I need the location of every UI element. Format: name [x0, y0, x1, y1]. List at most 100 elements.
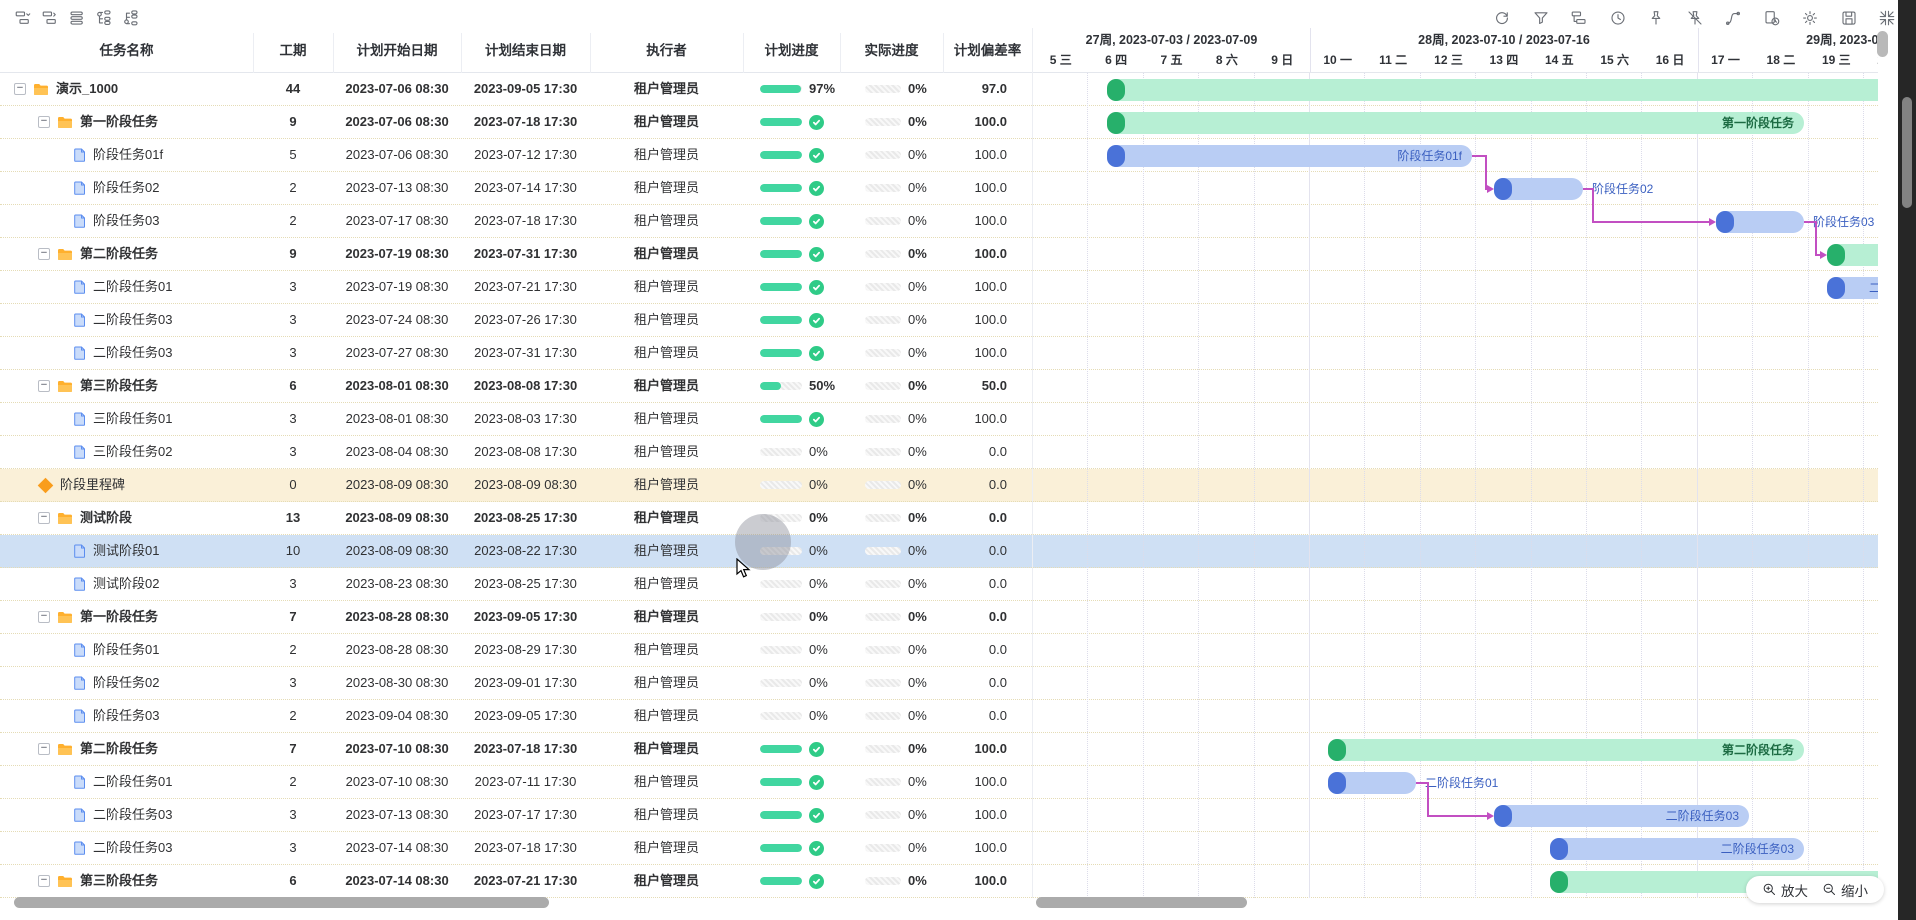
plan-progress-bar [760, 316, 802, 324]
filter-icon[interactable] [1532, 9, 1550, 27]
actual-progress-cell: 0% [840, 172, 943, 204]
day-header: 17 一 [1698, 50, 1753, 73]
duration-cell: 9 [253, 238, 333, 270]
tree-down-icon[interactable] [95, 9, 113, 27]
executor-cell: 租户管理员 [590, 370, 743, 402]
task-name: 阶段任务03 [93, 205, 159, 237]
gantt-bar-row-23[interactable]: 二阶段任务03 [1494, 805, 1749, 827]
actual-progress-value: 0% [908, 799, 927, 831]
unpin-icon[interactable] [1686, 9, 1704, 27]
tree-up-icon[interactable] [122, 9, 140, 27]
table-horizontal-scrollbar[interactable] [14, 897, 549, 908]
document-icon [74, 214, 86, 228]
refresh-icon[interactable] [1493, 9, 1511, 27]
settings-icon[interactable] [1801, 9, 1819, 27]
collapse-screen-icon[interactable] [1878, 9, 1896, 27]
column-header-4: 计划结束日期 [461, 28, 590, 73]
duration-cell: 13 [253, 502, 333, 534]
bar-start-cap [1716, 211, 1734, 233]
gantt-bar-row-3[interactable]: 阶段任务01f [1107, 145, 1472, 167]
collapse-toggle[interactable]: − [38, 611, 50, 623]
day-gridline [1087, 73, 1088, 898]
task-name: 第二阶段任务 [80, 733, 158, 765]
time-icon[interactable] [1609, 9, 1627, 27]
executor-cell: 租户管理员 [590, 568, 743, 600]
gantt-bar-row-22[interactable] [1328, 772, 1416, 794]
plan-start-cell: 2023-08-09 08:30 [333, 469, 461, 501]
executor-cell: 租户管理员 [590, 799, 743, 831]
collapse-toggle[interactable]: − [38, 875, 50, 887]
window-vertical-scrollbar[interactable] [1902, 97, 1912, 208]
actual-progress-cell: 0% [840, 667, 943, 699]
relation-line-icon[interactable] [1724, 9, 1742, 27]
save-icon[interactable] [1840, 9, 1858, 27]
bar-start-cap [1328, 772, 1346, 794]
plan-start-cell: 2023-08-28 08:30 [333, 601, 461, 633]
duration-cell: 0 [253, 469, 333, 501]
plan-progress-value: 0% [809, 535, 828, 567]
plan-end-cell: 2023-08-25 17:30 [461, 568, 590, 600]
connector-arrow [1709, 218, 1716, 226]
deviation-cell: 100.0 [943, 865, 1032, 897]
connector-arrow [1487, 185, 1494, 193]
actual-progress-value: 0% [908, 370, 927, 402]
hierarchy-icon[interactable] [1570, 9, 1588, 27]
executor-cell: 租户管理员 [590, 337, 743, 369]
collapse-all-icon[interactable] [14, 9, 32, 27]
document-icon [74, 808, 86, 822]
actual-progress-bar [865, 844, 901, 852]
gantt-bar-row-24[interactable]: 二阶段任务03 [1550, 838, 1804, 860]
actual-progress-cell: 0% [840, 766, 943, 798]
complete-check-icon [809, 412, 824, 427]
plan-progress-bar [760, 844, 802, 852]
gantt-bar-row-4[interactable] [1494, 178, 1583, 200]
dependency-connector [1427, 815, 1487, 817]
collapse-toggle[interactable]: − [38, 248, 50, 260]
task-name: 第一阶段任务 [80, 601, 158, 633]
document-icon [74, 577, 86, 591]
column-divider [590, 33, 591, 73]
plan-start-cell: 2023-07-14 08:30 [333, 832, 461, 864]
executor-cell: 租户管理员 [590, 469, 743, 501]
actual-progress-value: 0% [908, 832, 927, 864]
pin-icon[interactable] [1647, 9, 1665, 27]
actual-progress-cell: 0% [840, 832, 943, 864]
task-name: 二阶段任务03 [93, 799, 172, 831]
gantt-bar-row-1[interactable] [1107, 79, 1878, 101]
duration-cell: 5 [253, 139, 333, 171]
gantt-horizontal-scrollbar[interactable] [1036, 897, 1247, 908]
gantt-bar-row-21[interactable]: 第二阶段任务 [1328, 739, 1804, 761]
week-header-2: 28周, 2023-07-10 / 2023-07-16 [1310, 28, 1698, 50]
collapse-toggle[interactable]: − [38, 116, 50, 128]
gantt-bar-row-2[interactable]: 第一阶段任务 [1107, 112, 1804, 134]
plan-start-cell: 2023-07-14 08:30 [333, 865, 461, 897]
zoom-out-button[interactable]: 缩小 [1822, 880, 1868, 900]
flat-list-icon[interactable] [68, 9, 86, 27]
plan-end-cell: 2023-07-18 17:30 [461, 832, 590, 864]
collapse-toggle[interactable]: − [38, 512, 50, 524]
expand-all-icon[interactable] [41, 9, 59, 27]
executor-cell: 租户管理员 [590, 271, 743, 303]
duration-cell: 7 [253, 733, 333, 765]
gantt-bar-row-6[interactable] [1827, 244, 1878, 266]
baseline-icon[interactable] [1763, 9, 1781, 27]
collapse-toggle[interactable]: − [14, 83, 26, 95]
gantt-bar-row-5[interactable] [1716, 211, 1804, 233]
deviation-cell: 100.0 [943, 832, 1032, 864]
actual-progress-value: 0% [908, 403, 927, 435]
complete-check-icon [809, 280, 824, 295]
actual-progress-bar [865, 85, 901, 93]
connector-arrow [1820, 251, 1827, 259]
deviation-cell: 0.0 [943, 469, 1032, 501]
gantt-vertical-scrollbar[interactable] [1877, 31, 1888, 57]
week-header-1: 27周, 2023-07-03 / 2023-07-09 [1033, 28, 1310, 50]
bar-start-cap [1550, 871, 1568, 893]
plan-end-cell: 2023-07-17 17:30 [461, 799, 590, 831]
deviation-cell: 97.0 [943, 73, 1032, 105]
document-icon [74, 709, 86, 723]
zoom-in-button[interactable]: 放大 [1762, 880, 1808, 900]
collapse-toggle[interactable]: − [38, 380, 50, 392]
executor-cell: 租户管理员 [590, 205, 743, 237]
collapse-toggle[interactable]: − [38, 743, 50, 755]
plan-progress-bar [760, 679, 802, 687]
